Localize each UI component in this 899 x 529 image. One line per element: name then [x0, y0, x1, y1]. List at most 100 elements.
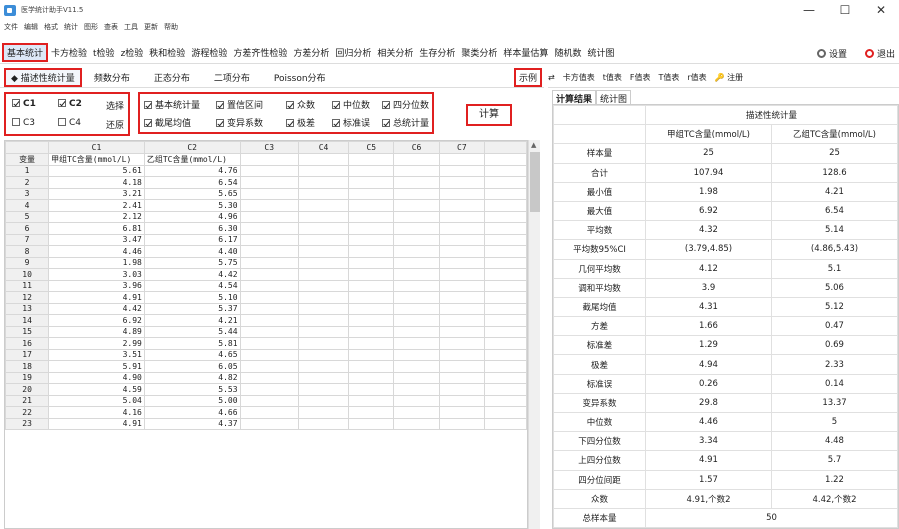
- grid-cell[interactable]: 4.16: [48, 406, 145, 419]
- grid-row-number[interactable]: 5: [5, 210, 50, 223]
- grid-cell[interactable]: 5.81: [143, 337, 241, 350]
- grid-cell[interactable]: [393, 348, 440, 361]
- table-lookup-button[interactable]: 卡方值表: [563, 72, 595, 83]
- grid-cell[interactable]: 5.53: [143, 383, 241, 396]
- settings-button[interactable]: 设置: [816, 47, 847, 60]
- grid-cell[interactable]: [239, 164, 299, 177]
- grid-col-header[interactable]: C7: [438, 141, 485, 154]
- grid-cell[interactable]: [348, 417, 395, 430]
- grid-cell[interactable]: [393, 291, 440, 304]
- grid-var-name-cell[interactable]: 甲组TC含量(mmol/L): [48, 152, 145, 166]
- grid-cell[interactable]: 6.54: [143, 176, 241, 189]
- grid-cell[interactable]: [348, 406, 395, 419]
- grid-cell[interactable]: [483, 164, 527, 177]
- toolbar-item[interactable]: 统计图: [584, 46, 617, 59]
- toolbar-item[interactable]: 相关分析: [374, 46, 416, 59]
- grid-cell[interactable]: [297, 245, 350, 258]
- grid-cell[interactable]: [239, 210, 299, 223]
- grid-col-header[interactable]: C4: [297, 141, 350, 154]
- grid-cell[interactable]: [483, 245, 527, 258]
- grid-cell[interactable]: [438, 256, 485, 269]
- menu-item[interactable]: 查表: [104, 22, 118, 32]
- toolbar-item[interactable]: 秩和检验: [146, 46, 188, 59]
- grid-var-name-cell[interactable]: [393, 152, 440, 166]
- col-c3-checkbox[interactable]: C3: [12, 118, 35, 128]
- grid-cell[interactable]: 4.91: [48, 417, 145, 430]
- grid-cell[interactable]: [393, 314, 440, 327]
- menu-item[interactable]: 工具: [124, 22, 138, 32]
- table-lookup-button[interactable]: F值表: [630, 72, 651, 83]
- stat-option-checkbox[interactable]: 四分位数: [382, 98, 429, 111]
- grid-var-name-cell[interactable]: [239, 152, 299, 166]
- grid-row-number[interactable]: 3: [5, 187, 50, 200]
- grid-cell[interactable]: [438, 417, 485, 430]
- restore-button[interactable]: 还原: [106, 118, 124, 131]
- grid-cell[interactable]: [297, 164, 350, 177]
- grid-cell[interactable]: [348, 337, 395, 350]
- grid-cell[interactable]: 4.89: [48, 325, 145, 338]
- grid-cell[interactable]: [438, 383, 485, 396]
- close-button[interactable]: ✕: [863, 0, 899, 20]
- grid-cell[interactable]: 6.92: [48, 314, 145, 327]
- grid-cell[interactable]: [393, 268, 440, 281]
- grid-cell[interactable]: 5.65: [143, 187, 241, 200]
- grid-cell[interactable]: 4.82: [143, 371, 241, 384]
- grid-cell[interactable]: 4.91: [48, 291, 145, 304]
- grid-cell[interactable]: [438, 210, 485, 223]
- grid-cell[interactable]: [348, 325, 395, 338]
- grid-row-number[interactable]: 6: [5, 222, 50, 235]
- subtab-item[interactable]: 频数分布: [82, 71, 142, 84]
- grid-cell[interactable]: 4.59: [48, 383, 145, 396]
- grid-cell[interactable]: [297, 360, 350, 373]
- grid-cell[interactable]: [297, 268, 350, 281]
- grid-col-header[interactable]: C2: [143, 141, 241, 154]
- grid-col-header[interactable]: C3: [239, 141, 299, 154]
- grid-cell[interactable]: [348, 394, 395, 407]
- menu-item[interactable]: 统计: [64, 22, 78, 32]
- scroll-thumb[interactable]: [530, 152, 540, 212]
- grid-cell[interactable]: 5.37: [143, 302, 241, 315]
- toolbar-item[interactable]: 回归分析: [332, 46, 374, 59]
- grid-cell[interactable]: [483, 210, 527, 223]
- grid-row-number[interactable]: 16: [5, 337, 50, 350]
- grid-cell[interactable]: 2.99: [48, 337, 145, 350]
- menu-item[interactable]: 更新: [144, 22, 158, 32]
- grid-cell[interactable]: [297, 325, 350, 338]
- grid-cell[interactable]: [483, 222, 527, 235]
- grid-cell[interactable]: [348, 176, 395, 189]
- grid-cell[interactable]: [438, 233, 485, 246]
- grid-cell[interactable]: [438, 406, 485, 419]
- grid-row-number[interactable]: 1: [5, 164, 50, 177]
- grid-cell[interactable]: [239, 279, 299, 292]
- grid-cell[interactable]: [393, 325, 440, 338]
- grid-cell[interactable]: [393, 394, 440, 407]
- grid-row-number[interactable]: 7: [5, 233, 50, 246]
- grid-cell[interactable]: [297, 406, 350, 419]
- grid-row-number[interactable]: 22: [5, 406, 50, 419]
- grid-col-header[interactable]: C1: [48, 141, 145, 154]
- grid-cell[interactable]: [393, 417, 440, 430]
- grid-cell[interactable]: 5.61: [48, 164, 145, 177]
- grid-cell[interactable]: 3.03: [48, 268, 145, 281]
- toolbar-item[interactable]: t检验: [90, 46, 118, 59]
- grid-row-number[interactable]: 23: [5, 417, 50, 430]
- grid-cell[interactable]: [438, 164, 485, 177]
- data-grid[interactable]: C1 C2 C3 C4 C5 C6 C7 变量 甲组TC含量(mmol/L) 乙组TC含量(mmo…: [4, 140, 528, 529]
- toolbar-item[interactable]: 方差齐性检验: [230, 46, 290, 59]
- grid-cell[interactable]: [297, 256, 350, 269]
- grid-cell[interactable]: 6.30: [143, 222, 241, 235]
- stat-option-checkbox[interactable]: 众数: [286, 98, 315, 111]
- grid-cell[interactable]: [297, 394, 350, 407]
- menu-item[interactable]: 格式: [44, 22, 58, 32]
- grid-cell[interactable]: [239, 256, 299, 269]
- grid-row-number[interactable]: 15: [5, 325, 50, 338]
- toolbar-item[interactable]: 样本量估算: [500, 46, 551, 59]
- grid-cell[interactable]: [438, 325, 485, 338]
- grid-cell[interactable]: 5.30: [143, 199, 241, 212]
- toolbar-item[interactable]: 基本统计: [2, 43, 49, 62]
- grid-cell[interactable]: [348, 199, 395, 212]
- grid-cell[interactable]: [483, 371, 527, 384]
- grid-cell[interactable]: [239, 337, 299, 350]
- grid-cell[interactable]: [393, 199, 440, 212]
- grid-cell[interactable]: [239, 268, 299, 281]
